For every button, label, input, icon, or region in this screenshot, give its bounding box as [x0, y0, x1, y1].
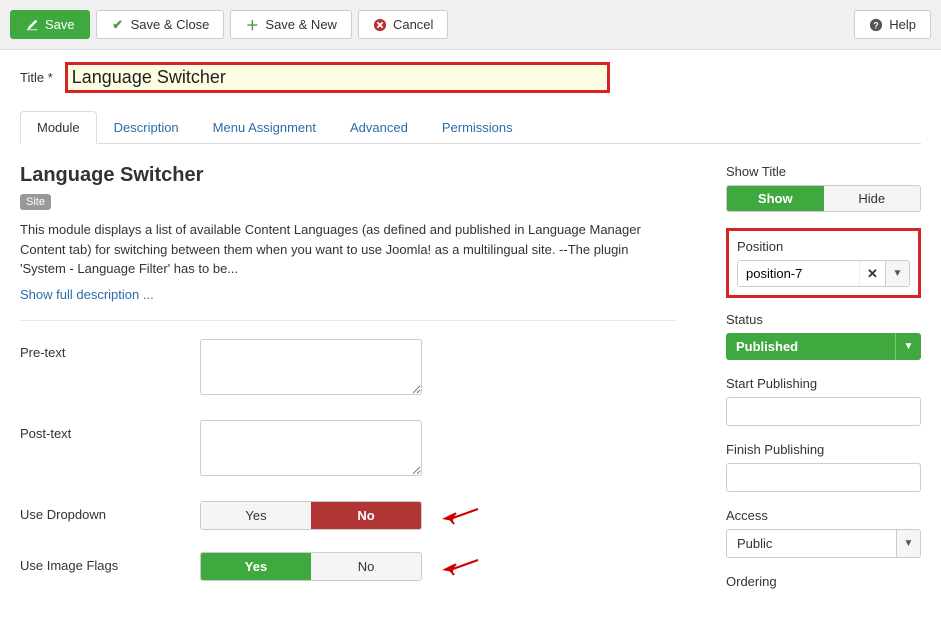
- access-value: Public: [727, 530, 896, 557]
- help-label: Help: [889, 17, 916, 32]
- access-dropdown[interactable]: Public ▼: [726, 529, 921, 558]
- save-label: Save: [45, 17, 75, 32]
- status-dropdown[interactable]: Published ▼: [726, 333, 921, 360]
- post-text-input[interactable]: [200, 420, 422, 476]
- finish-publishing-input[interactable]: [726, 463, 921, 492]
- save-close-button[interactable]: ✔ Save & Close: [96, 10, 225, 39]
- tab-advanced[interactable]: Advanced: [333, 111, 425, 144]
- finish-publishing-label: Finish Publishing: [726, 442, 921, 457]
- save-button[interactable]: Save: [10, 10, 90, 39]
- position-highlight: Position ✕ ▼: [726, 228, 921, 298]
- plus-icon: ＋: [245, 18, 259, 32]
- main-column: Language Switcher Site This module displ…: [20, 164, 676, 603]
- position-clear-button[interactable]: ✕: [859, 261, 885, 286]
- tab-description[interactable]: Description: [97, 111, 196, 144]
- use-dropdown-yes[interactable]: Yes: [201, 502, 311, 529]
- start-publishing-label: Start Publishing: [726, 376, 921, 391]
- title-input[interactable]: [72, 67, 603, 88]
- site-badge: Site: [20, 194, 51, 210]
- tabs: Module Description Menu Assignment Advan…: [20, 111, 921, 144]
- pre-text-label: Pre-text: [20, 339, 200, 360]
- position-input[interactable]: [738, 261, 859, 286]
- module-description: This module displays a list of available…: [20, 220, 676, 279]
- use-dropdown-toggle: Yes No: [200, 501, 422, 530]
- status-value: Published: [726, 333, 895, 360]
- position-dropdown-button[interactable]: ▼: [885, 261, 909, 286]
- arrow-icon: [440, 556, 480, 579]
- tab-menu-assignment[interactable]: Menu Assignment: [196, 111, 333, 144]
- start-publishing-input[interactable]: [726, 397, 921, 426]
- title-label: Title *: [20, 70, 53, 85]
- position-label: Position: [737, 239, 910, 254]
- title-row: Title *: [20, 62, 921, 93]
- title-input-highlight: [65, 62, 610, 93]
- show-title-toggle: Show Hide: [726, 185, 921, 212]
- tab-permissions[interactable]: Permissions: [425, 111, 530, 144]
- save-new-button[interactable]: ＋ Save & New: [230, 10, 352, 39]
- cancel-button[interactable]: Cancel: [358, 10, 448, 39]
- post-text-label: Post-text: [20, 420, 200, 441]
- check-icon: ✔: [111, 18, 125, 32]
- chevron-down-icon: ▼: [895, 333, 921, 360]
- use-image-flags-toggle: Yes No: [200, 552, 422, 581]
- arrow-icon: [440, 505, 480, 528]
- help-button[interactable]: ? Help: [854, 10, 931, 39]
- edit-icon: [25, 18, 39, 32]
- close-icon: ✕: [867, 266, 878, 282]
- svg-text:?: ?: [874, 20, 879, 30]
- show-full-description-link[interactable]: Show full description ...: [20, 287, 154, 302]
- use-image-flags-label: Use Image Flags: [20, 552, 200, 573]
- use-image-flags-yes[interactable]: Yes: [201, 553, 311, 580]
- pre-text-input[interactable]: [200, 339, 422, 395]
- toolbar: Save ✔ Save & Close ＋ Save & New Cancel …: [0, 0, 941, 50]
- tab-module[interactable]: Module: [20, 111, 97, 144]
- save-close-label: Save & Close: [131, 17, 210, 32]
- show-title-show[interactable]: Show: [727, 186, 824, 211]
- cancel-label: Cancel: [393, 17, 433, 32]
- help-icon: ?: [869, 18, 883, 32]
- access-label: Access: [726, 508, 921, 523]
- module-heading: Language Switcher: [20, 164, 676, 187]
- chevron-down-icon: ▼: [893, 268, 903, 279]
- use-dropdown-no[interactable]: No: [311, 502, 421, 529]
- cancel-icon: [373, 18, 387, 32]
- use-dropdown-label: Use Dropdown: [20, 501, 200, 522]
- show-title-label: Show Title: [726, 164, 921, 179]
- use-image-flags-no[interactable]: No: [311, 553, 421, 580]
- chevron-down-icon: ▼: [896, 530, 920, 557]
- save-new-label: Save & New: [265, 17, 337, 32]
- side-column: Show Title Show Hide Position ✕ ▼ Status: [726, 164, 921, 603]
- status-label: Status: [726, 312, 921, 327]
- show-title-hide[interactable]: Hide: [824, 186, 921, 211]
- ordering-label: Ordering: [726, 574, 921, 589]
